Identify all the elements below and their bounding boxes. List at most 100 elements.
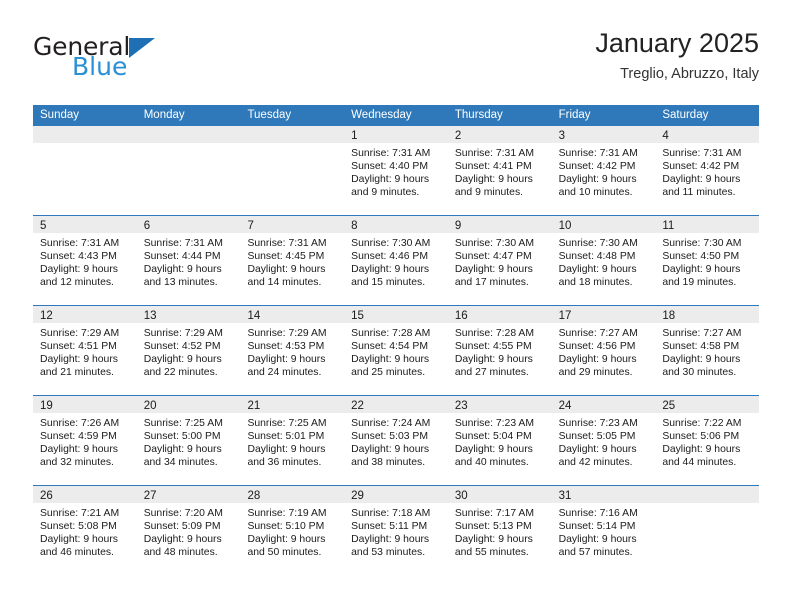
sunrise-text: Sunrise: 7:31 AM [40, 238, 120, 249]
sunset-text: Sunset: 4:59 PM [40, 431, 117, 443]
calendar-day-cell-empty [136, 126, 241, 215]
daylight-text: Daylight: 9 hours [143, 534, 222, 546]
day-number-band [33, 126, 137, 143]
day-number-band: 6 [136, 216, 241, 233]
sunset-text: Sunset: 5:13 PM [454, 521, 532, 533]
calendar-week-row: 26 Sunrise: 7:21 AM Sunset: 5:08 PM Dayligh… [33, 485, 760, 575]
calendar-day-cell[interactable]: 26 Sunrise: 7:21 AM Sunset: 5:08 PM Dayligh… [33, 486, 137, 575]
sunrise-text: Sunrise: 7:25 AM [247, 418, 327, 429]
daylight-text-cont: and 48 minutes. [143, 547, 218, 559]
calendar-day-cell[interactable]: 29 Sunrise: 7:18 AM Sunset: 5:11 PM Dayligh… [344, 486, 448, 575]
calendar-day-cell[interactable]: 22 Sunrise: 7:24 AM Sunset: 5:03 PM Dayligh… [344, 396, 448, 485]
daylight-text: Daylight: 9 hours [454, 534, 533, 546]
weekday-header-saturday: Saturday [662, 109, 709, 121]
day-detail-lines: Sunrise: 7:22 AM Sunset: 5:06 PM Daylight:… [655, 413, 759, 469]
calendar-day-cell[interactable]: 23 Sunrise: 7:23 AM Sunset: 5:04 PM Dayligh… [447, 396, 552, 485]
page-title: January 2025 [595, 28, 759, 58]
calendar-day-cell[interactable]: 15 Sunrise: 7:28 AM Sunset: 4:54 PM Dayligh… [344, 306, 448, 395]
calendar-day-cell[interactable]: 10 Sunrise: 7:30 AM Sunset: 4:48 PM Dayligh… [551, 216, 656, 305]
general-blue-logo[interactable]: General Blue [33, 34, 223, 90]
calendar-page: General Blue January 2025 Treglio, Abruz… [0, 0, 792, 612]
day-number: 30 [454, 490, 468, 502]
calendar-day-cell[interactable]: 17 Sunrise: 7:27 AM Sunset: 4:56 PM Dayligh… [551, 306, 656, 395]
calendar-day-cell[interactable]: 25 Sunrise: 7:22 AM Sunset: 5:06 PM Dayligh… [655, 396, 760, 485]
calendar-day-cell[interactable]: 24 Sunrise: 7:23 AM Sunset: 5:05 PM Dayligh… [551, 396, 656, 485]
calendar-day-cell[interactable]: 13 Sunrise: 7:29 AM Sunset: 4:52 PM Dayligh… [136, 306, 241, 395]
daylight-text: Daylight: 9 hours [143, 264, 222, 276]
calendar-day-cell[interactable]: 16 Sunrise: 7:28 AM Sunset: 4:55 PM Dayligh… [447, 306, 552, 395]
calendar-day-cell[interactable]: 7 Sunrise: 7:31 AM Sunset: 4:45 PM Daylight… [240, 216, 345, 305]
sunset-text: Sunset: 5:10 PM [247, 521, 325, 533]
sunset-text: Sunset: 4:42 PM [558, 161, 636, 173]
calendar-day-cell[interactable]: 31 Sunrise: 7:16 AM Sunset: 5:14 PM Dayligh… [551, 486, 656, 575]
daylight-text-cont: and 38 minutes. [351, 457, 426, 469]
calendar-day-cell[interactable]: 14 Sunrise: 7:29 AM Sunset: 4:53 PM Dayligh… [240, 306, 345, 395]
daylight-text: Daylight: 9 hours [351, 354, 430, 366]
day-number-band: 3 [551, 126, 656, 143]
calendar-day-cell[interactable]: 21 Sunrise: 7:25 AM Sunset: 5:01 PM Dayligh… [240, 396, 345, 485]
calendar-day-cell[interactable]: 1 Sunrise: 7:31 AM Sunset: 4:40 PM Daylight… [344, 126, 448, 215]
daylight-text: Daylight: 9 hours [454, 264, 533, 276]
day-number: 27 [143, 490, 157, 502]
daylight-text-cont: and 18 minutes. [558, 277, 633, 289]
calendar-day-cell[interactable]: 9 Sunrise: 7:30 AM Sunset: 4:47 PM Daylight… [447, 216, 552, 305]
calendar-day-cell[interactable]: 18 Sunrise: 7:27 AM Sunset: 4:58 PM Dayligh… [655, 306, 760, 395]
calendar-day-cell[interactable]: 6 Sunrise: 7:31 AM Sunset: 4:44 PM Daylight… [136, 216, 241, 305]
day-number: 11 [662, 220, 675, 232]
calendar-day-cell[interactable]: 11 Sunrise: 7:30 AM Sunset: 4:50 PM Dayligh… [655, 216, 760, 305]
sunset-text: Sunset: 4:55 PM [454, 341, 532, 353]
daylight-text: Daylight: 9 hours [558, 534, 637, 546]
day-number-band: 10 [551, 216, 656, 233]
daylight-text: Daylight: 9 hours [454, 444, 533, 456]
weekday-header-friday: Friday [558, 109, 591, 121]
sunset-text: Sunset: 5:06 PM [662, 431, 740, 443]
sunrise-text: Sunrise: 7:23 AM [454, 418, 535, 429]
sunset-text: Sunset: 4:52 PM [143, 341, 221, 353]
calendar-day-cell[interactable]: 20 Sunrise: 7:25 AM Sunset: 5:00 PM Dayligh… [136, 396, 241, 485]
daylight-text: Daylight: 9 hours [40, 444, 118, 456]
calendar-day-cell[interactable]: 12 Sunrise: 7:29 AM Sunset: 4:51 PM Dayligh… [33, 306, 137, 395]
calendar-day-cell-empty [33, 126, 137, 215]
calendar-day-cell[interactable]: 5 Sunrise: 7:31 AM Sunset: 4:43 PM Daylight… [33, 216, 137, 305]
calendar-day-cell[interactable]: 28 Sunrise: 7:19 AM Sunset: 5:10 PM Dayligh… [240, 486, 345, 575]
calendar-day-cell[interactable]: 19 Sunrise: 7:26 AM Sunset: 4:59 PM Dayligh… [33, 396, 137, 485]
day-number-band: 12 [33, 306, 137, 323]
calendar-day-cell[interactable]: 3 Sunrise: 7:31 AM Sunset: 4:42 PM Daylight… [551, 126, 656, 215]
daylight-text: Daylight: 9 hours [558, 174, 637, 186]
daylight-text-cont: and 25 minutes. [351, 367, 426, 379]
day-number: 6 [143, 220, 151, 232]
day-number-band: 16 [447, 306, 552, 323]
sunrise-text: Sunrise: 7:30 AM [558, 238, 638, 249]
daylight-text-cont: and 14 minutes. [247, 277, 322, 289]
day-detail-lines: Sunrise: 7:18 AM Sunset: 5:11 PM Daylight:… [344, 503, 448, 559]
calendar-day-cell[interactable]: 4 Sunrise: 7:31 AM Sunset: 4:42 PM Daylight… [655, 126, 760, 215]
daylight-text-cont: and 17 minutes. [454, 277, 529, 289]
calendar-grid: Sunday Monday Tuesday Wednesday Thursday… [33, 105, 760, 575]
daylight-text-cont: and 27 minutes. [454, 367, 529, 379]
sunrise-text: Sunrise: 7:24 AM [351, 418, 431, 429]
daylight-text-cont: and 53 minutes. [351, 547, 426, 559]
day-detail-lines: Sunrise: 7:27 AM Sunset: 4:58 PM Daylight:… [655, 323, 759, 379]
day-number-band: 29 [344, 486, 448, 503]
day-number: 23 [454, 400, 468, 412]
day-number: 15 [351, 310, 364, 322]
sunset-text: Sunset: 5:01 PM [247, 431, 325, 443]
day-detail-lines: Sunrise: 7:30 AM Sunset: 4:47 PM Daylight:… [448, 233, 552, 289]
sunset-text: Sunset: 4:46 PM [351, 251, 428, 263]
daylight-text: Daylight: 9 hours [143, 354, 222, 366]
calendar-day-cell[interactable]: 27 Sunrise: 7:20 AM Sunset: 5:09 PM Dayligh… [136, 486, 241, 575]
day-number: 16 [454, 310, 468, 322]
daylight-text: Daylight: 9 hours [662, 174, 741, 186]
day-number-band: 21 [240, 396, 345, 413]
page-subtitle-location: Treglio, Abruzzo, Italy [620, 66, 759, 82]
sunset-text: Sunset: 5:03 PM [351, 431, 428, 443]
calendar-day-cell[interactable]: 8 Sunrise: 7:30 AM Sunset: 4:46 PM Daylight… [344, 216, 448, 305]
day-number-band: 8 [344, 216, 448, 233]
sunset-text: Sunset: 5:08 PM [40, 521, 117, 533]
calendar-day-cell[interactable]: 2 Sunrise: 7:31 AM Sunset: 4:41 PM Daylight… [447, 126, 552, 215]
day-detail-lines: Sunrise: 7:24 AM Sunset: 5:03 PM Daylight:… [344, 413, 448, 469]
daylight-text: Daylight: 9 hours [454, 174, 533, 186]
calendar-day-cell[interactable]: 30 Sunrise: 7:17 AM Sunset: 5:13 PM Dayligh… [447, 486, 552, 575]
sunset-text: Sunset: 5:00 PM [143, 431, 221, 443]
sunrise-text: Sunrise: 7:25 AM [143, 418, 223, 429]
